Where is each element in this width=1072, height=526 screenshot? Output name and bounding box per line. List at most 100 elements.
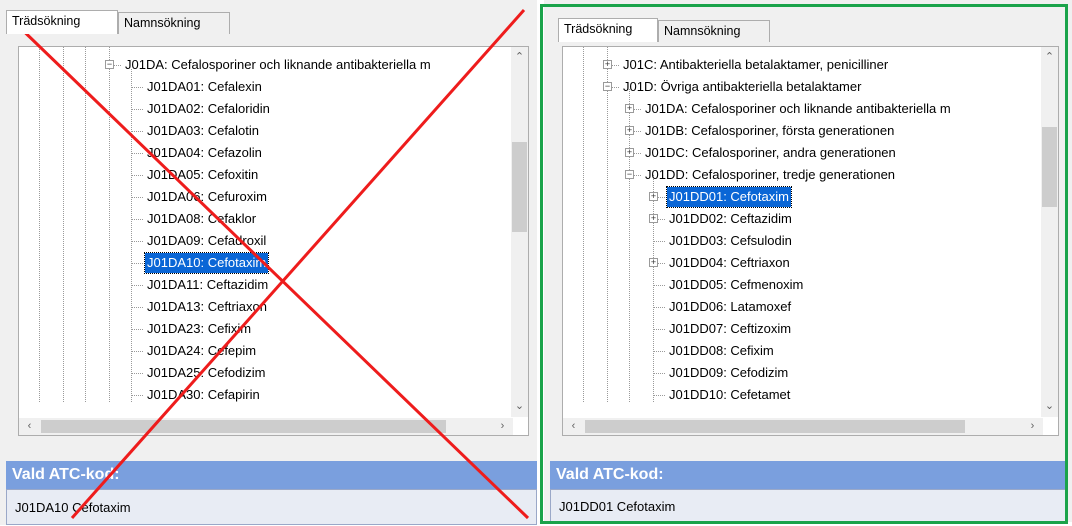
- plus-box-icon[interactable]: +: [649, 258, 658, 267]
- minus-box-icon[interactable]: −: [603, 82, 612, 91]
- chevron-down-icon[interactable]: ⌄: [1041, 398, 1058, 415]
- tab-tree-search[interactable]: Trädsökning: [6, 10, 118, 34]
- tree-item[interactable]: + J01DA: Cefalosporiner och liknande anti…: [563, 99, 1043, 119]
- chevron-down-icon[interactable]: ⌄: [511, 398, 528, 415]
- tree-item-label: J01DA10: Cefotaxim: [143, 252, 270, 274]
- tree-item-label: J01DA01: Cefalexin: [147, 79, 262, 94]
- tree-item[interactable]: J01DD05: Cefmenoxim: [563, 275, 1043, 295]
- tree-item-label: J01DB: Cefalosporiner, första generation…: [645, 123, 895, 138]
- atc-tree-view[interactable]: ⌃ ⌄ ‹ › + J01C: Antibakteriella betalakta…: [562, 46, 1059, 436]
- scroll-thumb[interactable]: [41, 420, 446, 433]
- scroll-thumb[interactable]: [585, 420, 965, 433]
- tree-item-label: J01DD: Cefalosporiner, tredje generation…: [645, 167, 896, 182]
- tree-item[interactable]: J01DD08: Cefixim: [563, 341, 1043, 361]
- tree-item[interactable]: J01DA23: Cefixim: [19, 319, 499, 339]
- tree-item-label: J01DA23: Cefixim: [147, 321, 252, 336]
- tree-item[interactable]: J01DA03: Cefalotin: [19, 121, 499, 141]
- tree-item[interactable]: J01DA04: Cefazolin: [19, 143, 499, 163]
- tree-item[interactable]: − J01DA: Cefalosporiner och liknande anti…: [19, 55, 499, 75]
- tree-item[interactable]: J01DA30: Cefapirin: [19, 385, 499, 405]
- tree-item-label: J01DA: Cefalosporiner och liknande antib…: [125, 57, 431, 72]
- tree-item[interactable]: + J01DD02: Ceftazidim: [563, 209, 1043, 229]
- tree-item[interactable]: J01DA05: Cefoxitin: [19, 165, 499, 185]
- tree-item[interactable]: J01DA01: Cefalexin: [19, 77, 499, 97]
- selected-code-header: Vald ATC-kod:: [550, 461, 1066, 489]
- scroll-thumb[interactable]: [512, 142, 527, 232]
- scroll-thumb[interactable]: [1042, 127, 1057, 207]
- tree-item-label: J01DD08: Cefixim: [669, 343, 774, 358]
- tree-item-label: J01DD04: Ceftriaxon: [669, 255, 790, 270]
- vertical-scrollbar[interactable]: ⌃ ⌄: [1041, 47, 1058, 417]
- plus-box-icon[interactable]: +: [649, 214, 658, 223]
- tree-item[interactable]: J01DA09: Cefadroxil: [19, 231, 499, 251]
- left-panel: Trädsökning Namnsökning ⌃ ⌄ ‹ › − J01DA: …: [0, 0, 537, 525]
- tree-item[interactable]: J01DD07: Ceftizoxim: [563, 319, 1043, 339]
- plus-box-icon[interactable]: +: [649, 192, 658, 201]
- tree-item-label: J01DA04: Cefazolin: [147, 145, 262, 160]
- tab-tree-search[interactable]: Trädsökning: [558, 18, 658, 42]
- horizontal-scrollbar[interactable]: ‹ ›: [563, 418, 1043, 435]
- tree-item-label: J01DA11: Ceftazidim: [147, 277, 269, 292]
- tree-item-label: J01DA30: Cefapirin: [147, 387, 260, 402]
- chevron-up-icon[interactable]: ⌃: [1041, 49, 1058, 66]
- tree-item-label: J01DA03: Cefalotin: [147, 123, 260, 138]
- tree-item-label: J01DA06: Cefuroxim: [147, 189, 267, 204]
- tree-item[interactable]: J01DD06: Latamoxef: [563, 297, 1043, 317]
- plus-box-icon[interactable]: +: [625, 126, 634, 135]
- tree-item[interactable]: J01DD03: Cefsulodin: [563, 231, 1043, 251]
- tree-item-selected[interactable]: J01DA10: Cefotaxim: [19, 252, 499, 274]
- tree-item[interactable]: J01DA08: Cefaklor: [19, 209, 499, 229]
- tree-item-label: J01DA24: Cefepim: [147, 343, 257, 358]
- tree-item-label: J01DD10: Cefetamet: [669, 387, 791, 402]
- vertical-scrollbar[interactable]: ⌃ ⌄: [511, 47, 528, 417]
- atc-tree-view[interactable]: ⌃ ⌄ ‹ › − J01DA: Cefalosporiner och likna…: [18, 46, 529, 436]
- selected-code-header: Vald ATC-kod:: [6, 461, 537, 489]
- tree-item[interactable]: J01DA06: Cefuroxim: [19, 187, 499, 207]
- tree-item[interactable]: − J01D: Övriga antibakteriella betalaktam…: [563, 77, 1043, 97]
- tree-item-label: J01C: Antibakteriella betalaktamer, peni…: [623, 57, 889, 72]
- tree-item-label: J01DA13: Ceftriaxon: [147, 299, 267, 314]
- tree-item-label: J01DA: Cefalosporiner och liknande antib…: [645, 101, 951, 116]
- tree-item-label: J01DA09: Cefadroxil: [147, 233, 267, 248]
- tree-item[interactable]: J01DA24: Cefepim: [19, 341, 499, 361]
- tree-item-label: J01DD05: Cefmenoxim: [669, 277, 804, 292]
- tree-item[interactable]: + J01DB: Cefalosporiner, första generatio…: [563, 121, 1043, 141]
- plus-box-icon[interactable]: +: [603, 60, 612, 69]
- right-panel: Trädsökning Namnsökning ⌃ ⌄ ‹ › + J01C: A…: [544, 0, 1072, 522]
- tree-item[interactable]: J01DD09: Cefodizim: [563, 363, 1043, 383]
- tree-item-label: J01DD03: Cefsulodin: [669, 233, 792, 248]
- tree-item[interactable]: + J01DD04: Ceftriaxon: [563, 253, 1043, 273]
- chevron-up-icon[interactable]: ⌃: [511, 49, 528, 66]
- chevron-left-icon[interactable]: ‹: [565, 418, 582, 435]
- tree-item-label: J01DD06: Latamoxef: [669, 299, 792, 314]
- tree-item[interactable]: J01DD10: Cefetamet: [563, 385, 1043, 405]
- tree-item-selected[interactable]: + J01DD01: Cefotaxim: [563, 186, 1043, 208]
- tree-item-label: J01DD01: Cefotaxim: [666, 186, 792, 208]
- plus-box-icon[interactable]: +: [625, 104, 634, 113]
- selected-code-value: J01DA10 Cefotaxim: [6, 489, 537, 525]
- chevron-left-icon[interactable]: ‹: [21, 418, 38, 435]
- tree-item[interactable]: J01DA13: Ceftriaxon: [19, 297, 499, 317]
- tree-item[interactable]: + J01C: Antibakteriella betalaktamer, pen…: [563, 55, 1043, 75]
- selected-code-value: J01DD01 Cefotaxim: [550, 489, 1066, 522]
- chevron-right-icon[interactable]: ›: [1024, 418, 1041, 435]
- tree-item[interactable]: J01DA25: Cefodizim: [19, 363, 499, 383]
- tab-name-search[interactable]: Namnsökning: [658, 20, 770, 42]
- horizontal-scrollbar[interactable]: ‹ ›: [19, 418, 513, 435]
- minus-box-icon[interactable]: −: [625, 170, 634, 179]
- plus-box-icon[interactable]: +: [625, 148, 634, 157]
- tree-item-label: J01DD07: Ceftizoxim: [669, 321, 792, 336]
- tree-item[interactable]: J01DA11: Ceftazidim: [19, 275, 499, 295]
- tree-item-label: J01D: Övriga antibakteriella betalaktame…: [623, 79, 862, 94]
- chevron-right-icon[interactable]: ›: [494, 418, 511, 435]
- tree-item-label: J01DA05: Cefoxitin: [147, 167, 259, 182]
- tree-item-label: J01DA08: Cefaklor: [147, 211, 257, 226]
- tree-item[interactable]: − J01DD: Cefalosporiner, tredje generatio…: [563, 165, 1043, 185]
- tree-item-label: J01DA02: Cefaloridin: [147, 101, 270, 116]
- tab-name-search[interactable]: Namnsökning: [118, 12, 230, 34]
- tree-item[interactable]: J01DA02: Cefaloridin: [19, 99, 499, 119]
- minus-box-icon[interactable]: −: [105, 60, 114, 69]
- tree-item-label: J01DD02: Ceftazidim: [669, 211, 792, 226]
- tree-item-label: J01DA25: Cefodizim: [147, 365, 266, 380]
- tree-item[interactable]: + J01DC: Cefalosporiner, andra generation…: [563, 143, 1043, 163]
